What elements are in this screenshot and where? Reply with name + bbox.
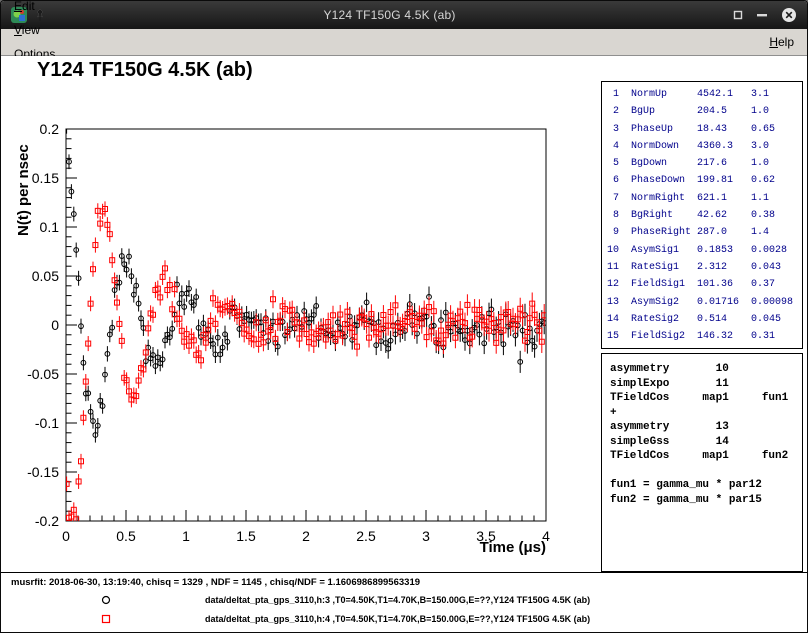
theory-line: fun1 = gamma_mu * par12 (610, 478, 802, 493)
svg-text:2.5: 2.5 (356, 528, 376, 544)
theory-line (610, 464, 802, 479)
svg-text:1.5: 1.5 (236, 528, 256, 544)
param-row-normright: 7 NormRight 621.1 1.1 (607, 190, 802, 207)
footer-divider (1, 572, 807, 573)
svg-text:-0.2: -0.2 (35, 513, 59, 529)
legend-entry-2[interactable]: data/deltat_pta_gps_3110,h:4 ,T0=4.50K,T… (1, 609, 807, 628)
theory-line: TFieldCos map1 fun2 (610, 449, 802, 464)
param-row-bgdown: 5 BgDown 217.6 1.0 (607, 155, 802, 172)
legend-marker-square-icon (100, 613, 112, 625)
theory-line: TFieldCos map1 fun1 (610, 391, 802, 406)
menu-item-view[interactable]: View (5, 18, 64, 42)
svg-text:1: 1 (182, 528, 190, 544)
app-window: Y124 TF150G 4.5K (ab) FileEditViewOption… (0, 0, 808, 633)
legend-label: data/deltat_pta_gps_3110,h:3 ,T0=4.50K,T… (205, 595, 590, 605)
svg-text:2: 2 (302, 528, 310, 544)
close-button[interactable] (781, 7, 797, 23)
param-row-normup: 1 NormUp 4542.1 3.1 (607, 86, 802, 103)
menu-bar: FileEditViewOptionsToolsMusrfit Help (1, 29, 807, 56)
x-axis-title: Time (μs) (480, 539, 546, 556)
svg-text:0.05: 0.05 (32, 268, 59, 284)
window-title: Y124 TF150G 4.5K (ab) (46, 8, 733, 22)
theory-line: fun2 = gamma_mu * par15 (610, 493, 802, 508)
shade-button[interactable] (733, 10, 743, 20)
svg-text:-0.15: -0.15 (27, 464, 59, 480)
svg-text:0.5: 0.5 (116, 528, 136, 544)
svg-text:0.15: 0.15 (32, 170, 59, 186)
theory-line: asymmetry 10 (610, 362, 802, 377)
svg-text:0.2: 0.2 (40, 121, 60, 137)
legend-label: data/deltat_pta_gps_3110,h:4 ,T0=4.50K,T… (205, 614, 590, 624)
param-row-asymsig2: 13 AsymSig2 0.01716 0.00098 (607, 294, 802, 311)
menu-item-edit[interactable]: Edit (5, 0, 64, 18)
theory-line: + (610, 406, 802, 421)
minimize-button[interactable] (756, 10, 768, 20)
param-row-ratesig1: 11 RateSig1 2.312 0.043 (607, 259, 802, 276)
svg-text:0.1: 0.1 (40, 219, 60, 235)
param-row-normdown: 4 NormDown 4360.3 3.0 (607, 138, 802, 155)
theory-line: simplExpo 11 (610, 377, 802, 392)
menu-right: Help (760, 30, 803, 54)
svg-text:0: 0 (62, 528, 70, 544)
fit-parameters-panel: 1 NormUp 4542.1 3.1 2 BgUp 204.5 1.0 3 P… (601, 81, 803, 349)
param-row-phaseup: 3 PhaseUp 18.43 0.65 (607, 121, 802, 138)
title-bar-right (733, 7, 797, 23)
root-canvas[interactable]: Y124 TF150G 4.5K (ab) 00.511.522.533.54-… (1, 56, 807, 632)
fit-parameters-rows: 1 NormUp 4542.1 3.1 2 BgUp 204.5 1.0 3 P… (607, 86, 802, 345)
svg-text:3: 3 (422, 528, 430, 544)
theory-line: simpleGss 14 (610, 435, 802, 450)
series-2-points[interactable] (64, 201, 547, 526)
param-row-fieldsig1: 12 FieldSig1 101.36 0.37 (607, 276, 802, 293)
param-row-asymsig1: 10 AsymSig1 0.1853 0.0028 (607, 242, 802, 259)
svg-text:-0.1: -0.1 (35, 415, 59, 431)
legend-entry-1[interactable]: data/deltat_pta_gps_3110,h:3 ,T0=4.50K,T… (1, 590, 807, 609)
theory-line: asymmetry 13 (610, 420, 802, 435)
param-row-bgright: 8 BgRight 42.62 0.38 (607, 207, 802, 224)
fit-status-line: musrfit: 2018-06-30, 13:19:40, chisq = 1… (11, 577, 420, 588)
title-bar: Y124 TF150G 4.5K (ab) (1, 1, 807, 29)
param-row-bgup: 2 BgUp 204.5 1.0 (607, 103, 802, 120)
param-row-phasedown: 6 PhaseDown 199.81 0.62 (607, 172, 802, 189)
menu-item-help[interactable]: Help (760, 30, 803, 54)
y-axis-title: N(t) per nsec (15, 144, 32, 236)
param-row-phaseright: 9 PhaseRight 287.0 1.4 (607, 224, 802, 241)
legend-marker-circle-icon (100, 594, 112, 606)
param-row-ratesig2: 14 RateSig2 0.514 0.045 (607, 311, 802, 328)
svg-text:-0.05: -0.05 (27, 366, 59, 382)
svg-text:0: 0 (51, 317, 59, 333)
param-row-fieldsig2: 15 FieldSig2 146.32 0.31 (607, 328, 802, 345)
theory-panel: asymmetry 10simplExpo 11TFieldCos map1 f… (601, 353, 803, 572)
legend: data/deltat_pta_gps_3110,h:3 ,T0=4.50K,T… (1, 590, 807, 628)
